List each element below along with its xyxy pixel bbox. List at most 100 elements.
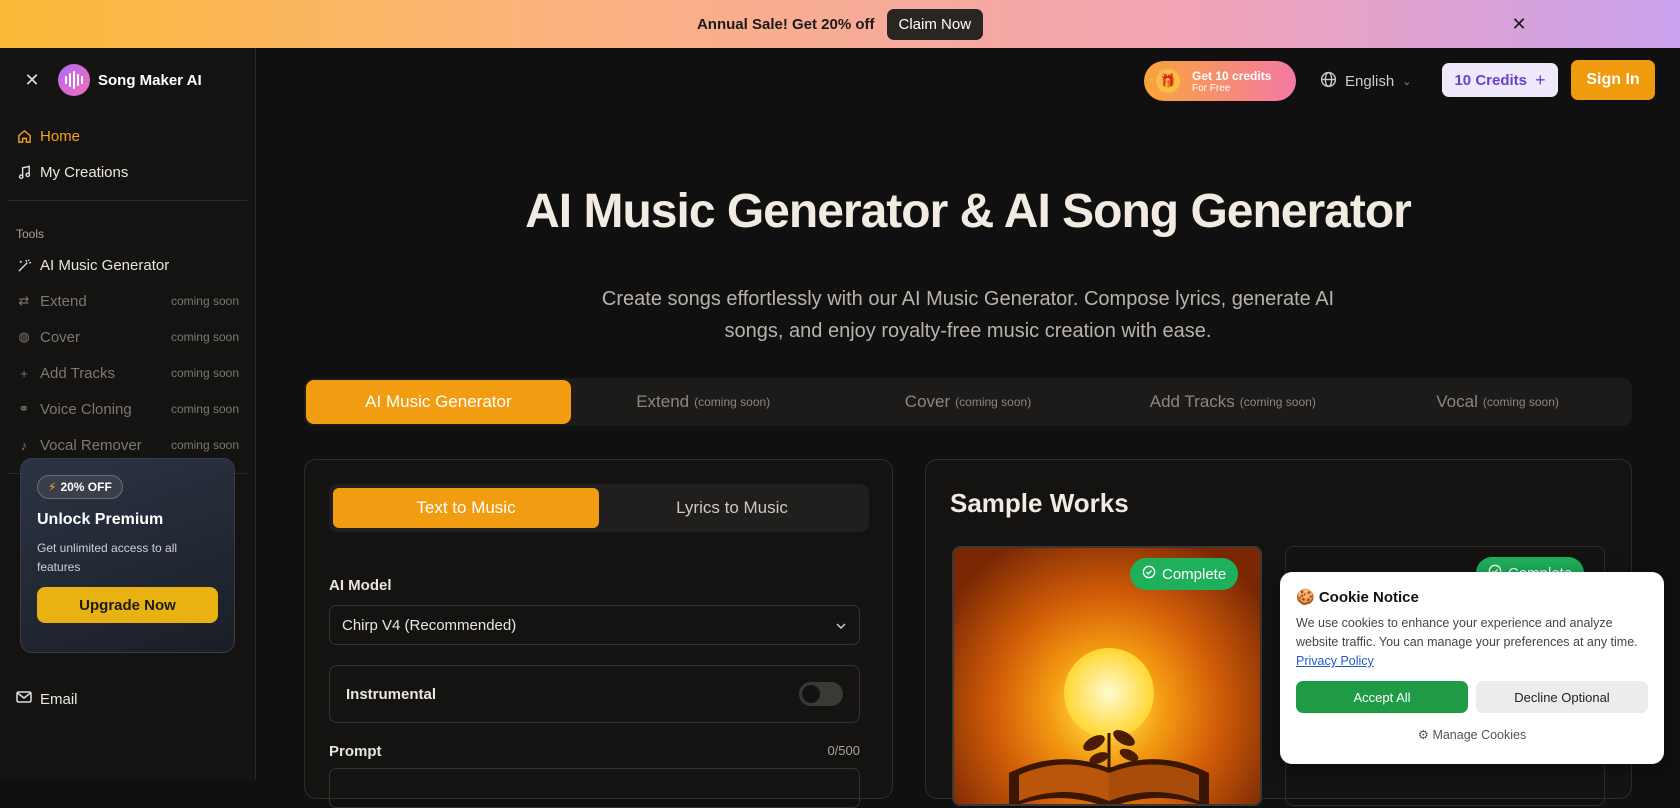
status-badge: Complete	[1130, 558, 1239, 590]
book-graphic	[1009, 730, 1209, 804]
chevron-down-icon: ⌄	[1402, 76, 1412, 88]
lightning-icon: ⚡	[48, 480, 57, 494]
top-bar: 🎁 Get 10 credits For Free English ⌄ 10 C…	[256, 48, 1680, 112]
brand-name: Song Maker AI	[98, 71, 202, 89]
sidebar-item-label: AI Music Generator	[40, 256, 170, 274]
cookie-title: 🍪 Cookie Notice	[1296, 589, 1419, 606]
close-icon[interactable]: ✕	[1508, 13, 1530, 35]
upgrade-now-button[interactable]: Upgrade Now	[37, 587, 218, 623]
accept-all-button[interactable]: Accept All	[1296, 681, 1468, 713]
prompt-char-counter: 0/500	[827, 743, 860, 758]
discount-badge: ⚡ 20% OFF	[37, 475, 123, 499]
tab-label: Add Tracks	[1149, 392, 1235, 411]
instrumental-row: Instrumental	[329, 665, 860, 723]
sign-in-button[interactable]: Sign In	[1571, 60, 1655, 100]
prompt-input[interactable]	[329, 768, 860, 808]
promo-description: Get unlimited access to all features	[37, 541, 178, 574]
claim-now-button[interactable]: Claim Now	[886, 8, 984, 40]
ai-model-select[interactable]: Chirp V4 (Recommended)	[329, 605, 860, 645]
premium-promo-card: ⚡ 20% OFF Unlock Premium Get unlimited a…	[20, 458, 235, 653]
sidebar-item-voice-cloning[interactable]: ⚭ Voice Cloning coming soon	[0, 391, 255, 427]
cookie-text: We use cookies to enhance your experienc…	[1296, 614, 1648, 671]
credits-button[interactable]: 10 Credits +	[1442, 63, 1558, 97]
instrumental-toggle[interactable]	[799, 682, 843, 706]
globe-icon	[1320, 71, 1337, 92]
mail-icon	[16, 690, 32, 708]
coming-soon-label: coming soon	[170, 402, 239, 416]
sidebar-item-extend[interactable]: ⇄ Extend coming soon	[0, 283, 255, 319]
home-icon	[16, 128, 32, 144]
tab-vocal[interactable]: Vocal (coming soon)	[1365, 380, 1630, 424]
tab-label: Extend	[636, 392, 690, 411]
brand-logo-link[interactable]: Song Maker AI	[58, 64, 202, 96]
sidebar-item-label: Cover	[40, 328, 81, 346]
divider	[8, 200, 247, 201]
privacy-policy-link[interactable]: Privacy Policy	[1296, 654, 1374, 668]
page-subtitle: Create songs effortlessly with our AI Mu…	[601, 288, 1335, 342]
sidebar-item-ai-music-generator[interactable]: AI Music Generator	[0, 247, 255, 283]
arrows-swap-icon: ⇄	[18, 293, 30, 308]
tab-label: Cover	[904, 392, 951, 411]
tab-note: (coming soon)	[1239, 395, 1316, 409]
free-credits-button[interactable]: 🎁 Get 10 credits For Free	[1144, 61, 1296, 101]
language-selector[interactable]: English ⌄	[1320, 71, 1411, 92]
sidebar-item-label: Voice Cloning	[40, 400, 132, 418]
music-note-icon: ♪	[20, 437, 28, 453]
chevron-down-icon	[835, 617, 847, 634]
sidebar-item-label: My Creations	[40, 163, 129, 181]
coming-soon-label: coming soon	[170, 330, 239, 344]
tab-note: (coming soon)	[694, 395, 771, 409]
close-sidebar-icon[interactable]: ✕	[22, 70, 42, 91]
credits-label: 10 Credits	[1454, 71, 1528, 89]
sidebar-item-add-tracks[interactable]: + Add Tracks coming soon	[0, 355, 255, 391]
page-title: AI Music Generator & AI Song Generator	[525, 185, 1412, 238]
tab-note: (coming soon)	[1482, 395, 1559, 409]
generator-form: Text to Music Lyrics to Music AI Model C…	[304, 459, 893, 808]
sidebar-item-cover[interactable]: ◍ Cover coming soon	[0, 319, 255, 355]
tab-label: AI Music Generator	[365, 392, 512, 411]
sample-artwork[interactable]: Complete	[952, 546, 1262, 806]
coming-soon-label: coming soon	[170, 438, 239, 452]
tab-label: Vocal	[1436, 392, 1478, 411]
sidebar-item-label: Add Tracks	[40, 364, 116, 382]
sidebar-item-my-creations[interactable]: My Creations	[0, 154, 255, 190]
coming-soon-label: coming soon	[170, 366, 239, 380]
sidebar-header: ✕ Song Maker AI	[0, 48, 255, 112]
decline-optional-button[interactable]: Decline Optional	[1476, 681, 1648, 713]
sample-works-title: Sample Works	[950, 488, 1129, 518]
gear-icon: ⚙	[1417, 728, 1429, 742]
free-credits-title: Get 10 credits	[1192, 68, 1272, 83]
tools-section-label: Tools	[16, 227, 45, 241]
tab-text-to-music[interactable]: Text to Music	[333, 488, 599, 528]
cookie-body: We use cookies to enhance your experienc…	[1296, 616, 1638, 649]
tab-cover[interactable]: Cover (coming soon)	[836, 380, 1101, 424]
tab-note: (coming soon)	[955, 395, 1032, 409]
free-credits-subtitle: For Free	[1192, 82, 1231, 94]
tab-add-tracks[interactable]: Add Tracks (coming soon)	[1100, 380, 1365, 424]
discount-badge-label: 20% OFF	[60, 480, 112, 494]
gift-icon: 🎁	[1156, 69, 1180, 93]
disc-icon: ◍	[18, 329, 30, 344]
mode-tabs: Text to Music Lyrics to Music	[329, 484, 869, 532]
tool-tabs: AI Music Generator Extend (coming soon) …	[304, 378, 1632, 426]
ai-model-label: AI Model	[329, 577, 392, 594]
tab-lyrics-to-music[interactable]: Lyrics to Music	[599, 488, 865, 528]
promo-banner: Annual Sale! Get 20% off Claim Now ✕	[0, 0, 1680, 48]
ai-model-value: Chirp V4 (Recommended)	[342, 616, 517, 634]
sidebar-item-label: Vocal Remover	[40, 436, 142, 454]
email-label: Email	[40, 690, 78, 708]
link-icon: ⚭	[18, 401, 30, 416]
check-circle-icon	[1142, 565, 1156, 583]
sidebar-item-home[interactable]: Home	[0, 118, 255, 154]
plus-icon: +	[1535, 69, 1546, 90]
manage-cookies-link[interactable]: ⚙ Manage Cookies	[1296, 727, 1648, 742]
sidebar-item-email[interactable]: Email	[16, 690, 78, 708]
banner-text: Annual Sale! Get 20% off	[696, 15, 875, 33]
music-note-icon	[16, 164, 32, 180]
manage-cookies-label: Manage Cookies	[1432, 728, 1527, 742]
cookie-actions: Accept All Decline Optional	[1296, 681, 1648, 713]
tab-extend[interactable]: Extend (coming soon)	[571, 380, 836, 424]
plus-icon: +	[20, 365, 28, 381]
tab-ai-music-generator[interactable]: AI Music Generator	[306, 380, 571, 424]
cookie-notice: 🍪 Cookie Notice We use cookies to enhanc…	[1280, 572, 1664, 764]
